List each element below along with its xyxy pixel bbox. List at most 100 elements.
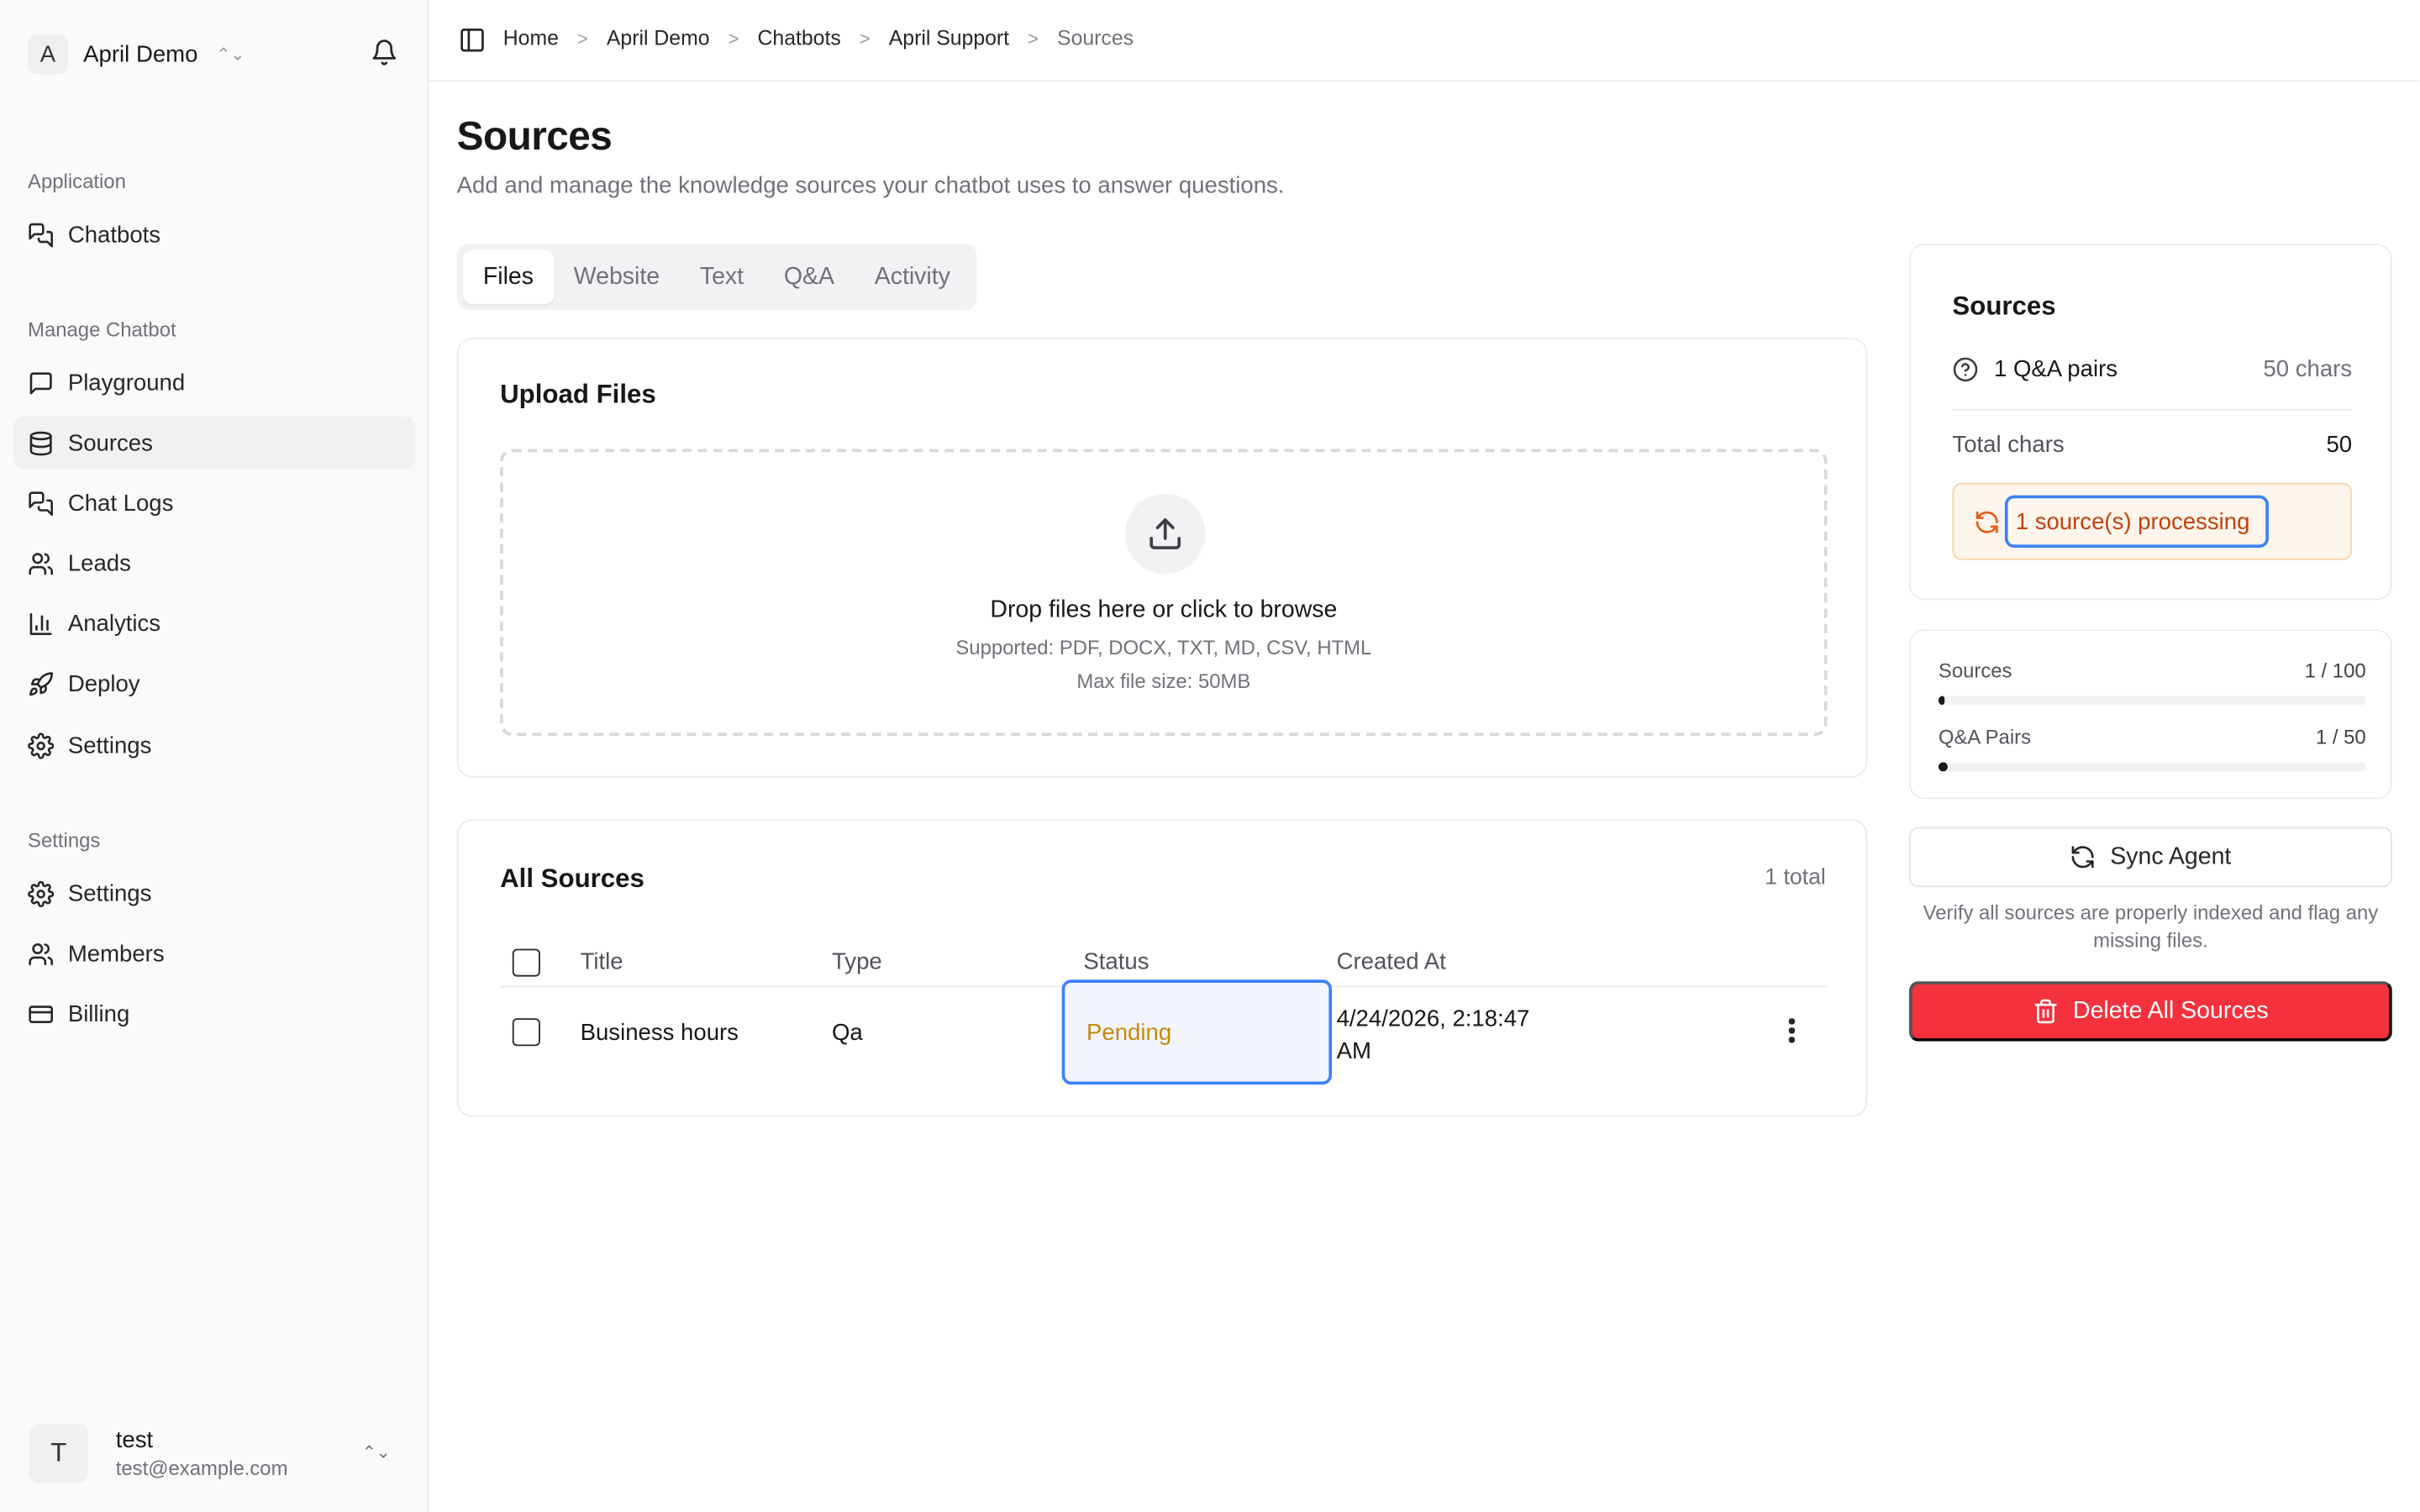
credit-card-icon [29,1005,53,1023]
refresh-icon [2072,846,2095,869]
chevron-right-icon: > [576,27,588,49]
sidebar-item-account-settings[interactable]: Settings [14,867,416,919]
breadcrumb-chatbot[interactable]: April Support [889,26,1009,50]
team-name: April Demo [83,40,198,67]
chevrons-up-down-icon: ⌃⌄ [216,45,245,65]
nav-group-manage: Manage Chatbot [28,318,176,341]
bell-icon[interactable] [371,39,398,66]
user-menu[interactable]: T test test@example.com ⌃⌄ [14,1409,416,1499]
chevron-right-icon: > [859,27,871,49]
usage-limits-card: Sources 1 / 100 Q&A Pairs 1 / 50 [1908,629,2392,800]
sidebar-item-label: Members [67,940,165,967]
column-header-created-at[interactable]: Created At [1337,949,1446,975]
sidebar-item-deploy[interactable]: Deploy [14,657,416,709]
rocket-icon [29,671,53,696]
sources-usage-fill [1938,696,1945,706]
sidebar-item-label: Settings [67,732,152,759]
column-header-status[interactable]: Status [1083,949,1149,975]
users-icon [29,552,53,575]
total-chars-label: Total chars [1952,432,2065,459]
nav-group-settings: Settings [28,828,101,852]
source-tabs: Files Website Text Q&A Activity [456,244,977,311]
processing-text: 1 source(s) processing [2015,509,2250,536]
tab-qa[interactable]: Q&A [764,250,855,304]
sync-agent-button[interactable]: Sync Agent [1908,827,2392,888]
dropzone-supported: Supported: PDF, DOCX, TXT, MD, CSV, HTML [955,635,1372,659]
main-content: Home > April Demo > Chatbots > April Sup… [429,0,2420,1512]
sidebar: A April Demo ⌃⌄ Application Chatbots Man… [0,0,429,1512]
sync-note: Verify all sources are properly indexed … [1923,900,2379,952]
sidebar-item-label: Sources [67,429,153,456]
upload-files-card: Upload Files Drop files here or click to… [456,338,1868,778]
qa-usage-fill [1938,762,1948,772]
upload-icon-wrap [1124,493,1206,575]
more-vertical-icon[interactable] [1788,1018,1795,1046]
dropzone-title: Drop files here or click to browse [990,596,1338,624]
sidebar-item-billing[interactable]: Billing [14,987,416,1039]
sidebar-item-sources[interactable]: Sources [13,416,416,470]
user-name: test [115,1426,154,1454]
breadcrumb-team[interactable]: April Demo [607,26,710,50]
sidebar-item-settings[interactable]: Settings [14,719,416,771]
tab-text[interactable]: Text [680,250,764,304]
qa-usage-label: Q&A Pairs [1938,725,2032,748]
topbar: Home > April Demo > Chatbots > April Sup… [429,0,2420,82]
database-icon [29,430,52,455]
tab-activity[interactable]: Activity [855,250,971,304]
row-checkbox[interactable] [512,1018,540,1047]
tab-website[interactable]: Website [554,250,680,304]
gear-icon [28,732,55,759]
sources-summary-card: Sources 1 Q&A pairs 50 chars Total chars… [1908,244,2392,601]
user-info: test test@example.com [116,1427,288,1479]
sources-usage-value: 1 / 100 [2304,659,2366,682]
row-status-cell[interactable]: Pending [1061,979,1333,1085]
page-subtitle: Add and manage the knowledge sources you… [456,172,1285,199]
sidebar-item-label: Deploy [67,670,140,697]
qa-usage-bar [1938,762,2366,772]
breadcrumb-current: Sources [1057,26,1134,50]
chevron-right-icon: > [1028,27,1039,49]
sidebar-toggle-icon[interactable] [458,26,486,54]
sidebar-item-chatbots[interactable]: Chatbots [14,208,416,260]
gear-icon [28,879,55,906]
file-dropzone[interactable]: Drop files here or click to browse Suppo… [500,449,1828,737]
bar-chart-icon [29,612,52,635]
team-avatar: A [28,34,68,75]
delete-all-label: Delete All Sources [2073,997,2269,1024]
help-circle-icon [1953,357,1978,382]
refresh-icon [1975,511,1998,533]
select-all-checkbox[interactable] [512,948,540,977]
total-chars-row: Total chars 50 [1952,432,2352,458]
total-chars-value: 50 [2326,432,2353,459]
sidebar-item-playground[interactable]: Playground [14,356,416,408]
sources-total: 1 total [1765,865,1826,890]
sidebar-item-chat-logs[interactable]: Chat Logs [14,477,416,529]
processing-status-link[interactable]: 1 source(s) processing [2004,495,2269,549]
delete-all-sources-button[interactable]: Delete All Sources [1908,981,2392,1042]
row-created-at: 4/24/2026, 2:18:47 AM [1337,1003,1530,1068]
qa-pairs-row: 1 Q&A pairs 50 chars [1952,356,2352,383]
column-header-type[interactable]: Type [832,949,882,975]
breadcrumb-chatbots[interactable]: Chatbots [758,26,841,50]
message-square-icon [29,371,52,394]
sidebar-item-label: Leads [67,549,131,577]
breadcrumb-home[interactable]: Home [503,26,559,50]
sidebar-item-leads[interactable]: Leads [14,537,416,589]
sources-usage-label: Sources [1938,659,2012,682]
team-switcher[interactable]: A April Demo ⌃⌄ [28,34,245,75]
summary-title: Sources [1952,291,2056,322]
sidebar-item-label: Chatbots [67,221,161,248]
sidebar-item-label: Playground [67,369,186,396]
tab-files[interactable]: Files [463,249,554,304]
qa-pairs-label: 1 Q&A pairs [1994,356,2118,383]
row-type: Qa [831,1020,863,1047]
row-created-ampm: AM [1336,1038,1371,1065]
users-icon [29,942,53,965]
messages-icon [29,222,53,247]
column-header-title[interactable]: Title [581,949,623,975]
sidebar-item-analytics[interactable]: Analytics [14,597,416,649]
trash-icon [2034,999,2057,1024]
status-badge: Pending [1086,1020,1172,1047]
summary-divider [1952,408,2353,411]
sidebar-item-members[interactable]: Members [14,927,416,979]
